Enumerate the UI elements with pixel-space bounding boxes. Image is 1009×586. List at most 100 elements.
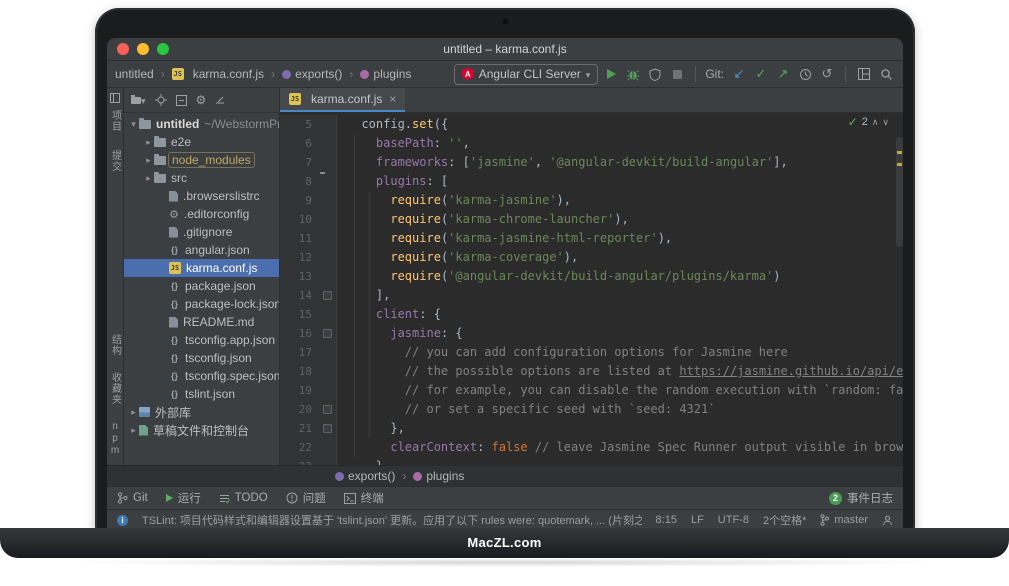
- local-history-button[interactable]: [796, 65, 814, 83]
- code-line-17[interactable]: 17 // you can add configuration options …: [280, 343, 903, 362]
- tree-item-e2e[interactable]: e2e: [124, 133, 279, 151]
- tree-item-readme-md[interactable]: README.md: [124, 313, 279, 331]
- settings-gear-icon[interactable]: [196, 93, 207, 107]
- gutter-cell[interactable]: [318, 419, 337, 438]
- run-configuration-select[interactable]: Angular CLI Server: [454, 64, 599, 85]
- tree-item-scratches[interactable]: 草稿文件和控制台: [124, 421, 279, 439]
- tree-item-gitignore[interactable]: .gitignore: [124, 223, 279, 241]
- fold-marker-icon[interactable]: [323, 424, 332, 433]
- code-line-13[interactable]: 13 require('@angular-devkit/build-angula…: [280, 267, 903, 286]
- expander-right-icon[interactable]: [128, 425, 139, 436]
- tool-windows-button[interactable]: [855, 65, 873, 83]
- code-line-9[interactable]: 9 require('karma-jasmine'),: [280, 191, 903, 210]
- stop-button[interactable]: [668, 65, 686, 83]
- breadcrumb-plugins[interactable]: plugins: [360, 67, 411, 81]
- toolbar-button-problems[interactable]: 问题: [286, 490, 326, 506]
- stripe-button-commit[interactable]: 提交: [108, 150, 123, 172]
- debug-button[interactable]: [624, 65, 642, 83]
- stripe-button-npm[interactable]: npm: [110, 421, 121, 457]
- tree-item-tsconfig-spec-json[interactable]: tsconfig.spec.json: [124, 367, 279, 385]
- code-line-16[interactable]: 16 jasmine: {: [280, 324, 903, 343]
- tree-item-src[interactable]: src: [124, 169, 279, 187]
- warning-stripe-mark[interactable]: [897, 163, 902, 166]
- close-tab-icon[interactable]: [389, 93, 396, 105]
- breadcrumb-exports[interactable]: exports(): [282, 67, 356, 81]
- locate-file-button[interactable]: [155, 94, 167, 106]
- highlighting-level-button[interactable]: [882, 515, 893, 526]
- code-line-14[interactable]: 14 ],: [280, 286, 903, 305]
- fold-marker-icon[interactable]: [323, 291, 332, 300]
- status-message[interactable]: TSLint: 项目代码样式和编辑器设置基于 'tslint.json' 更新。…: [142, 512, 642, 528]
- code-line-6[interactable]: 6 basePath: '',: [280, 134, 903, 153]
- breadcrumb-untitled[interactable]: untitled: [115, 67, 168, 81]
- stripe-button-project[interactable]: 项目: [108, 110, 123, 132]
- caret-position-widget[interactable]: 8:15: [656, 514, 677, 526]
- tree-item-package-lock-json[interactable]: package-lock.json: [124, 295, 279, 313]
- search-everywhere-button[interactable]: [877, 65, 895, 83]
- code-line-7[interactable]: 7 frameworks: ['jasmine', '@angular-devk…: [280, 153, 903, 172]
- tree-item-tslint-json[interactable]: tslint.json: [124, 385, 279, 403]
- breadcrumb-plugins[interactable]: plugins: [413, 469, 464, 483]
- indent-widget[interactable]: 2个空格*: [763, 512, 806, 528]
- line-ending-widget[interactable]: LF: [691, 514, 704, 526]
- tree-item-tsconfig-json[interactable]: tsconfig.json: [124, 349, 279, 367]
- git-branch-widget[interactable]: master: [820, 514, 868, 526]
- expander-down-icon[interactable]: [128, 119, 139, 130]
- code-line-22[interactable]: 22 clearContext: false // leave Jasmine …: [280, 438, 903, 457]
- run-with-coverage-button[interactable]: [646, 65, 664, 83]
- hide-panel-button[interactable]: [215, 95, 225, 105]
- encoding-widget[interactable]: UTF-8: [718, 514, 749, 526]
- code-line-18[interactable]: 18 // the possible options are listed at…: [280, 362, 903, 381]
- warning-stripe-mark[interactable]: [897, 151, 902, 154]
- editor-viewport[interactable]: 5 config.set({6 basePath: '',7 framework…: [280, 113, 903, 465]
- breadcrumb-karma-conf[interactable]: karma.conf.js: [172, 67, 278, 81]
- fold-marker-icon[interactable]: [323, 405, 332, 414]
- code-line-12[interactable]: 12 require('karma-coverage'),: [280, 248, 903, 267]
- tree-item-node-modules[interactable]: node_modules: [124, 151, 279, 169]
- expander-right-icon[interactable]: [143, 173, 154, 184]
- tree-item-angular-json[interactable]: angular.json: [124, 241, 279, 259]
- run-button[interactable]: [602, 65, 620, 83]
- code-line-5[interactable]: 5 config.set({: [280, 115, 903, 134]
- toolbar-button-git[interactable]: Git: [117, 492, 148, 504]
- collapse-all-button[interactable]: [176, 95, 187, 106]
- rollback-button[interactable]: [818, 65, 836, 83]
- stripe-button-structure[interactable]: 结构: [108, 334, 123, 356]
- expander-right-icon[interactable]: [143, 137, 154, 148]
- git-update-button[interactable]: [730, 65, 748, 83]
- editor-tab-karma-conf[interactable]: karma.conf.js: [280, 88, 405, 112]
- tree-item-untitled[interactable]: untitled~/WebstormProjects/untitled: [124, 115, 279, 133]
- tree-item-editorconfig[interactable]: .editorconfig: [124, 205, 279, 223]
- chevron-down-icon[interactable]: [882, 118, 889, 127]
- tree-item-package-json[interactable]: package.json: [124, 277, 279, 295]
- inspection-widget[interactable]: 2: [848, 115, 889, 129]
- code-line-20[interactable]: 20 // or set a specific seed with `seed:…: [280, 400, 903, 419]
- minimize-window-button[interactable]: [137, 43, 149, 55]
- code-line-21[interactable]: 21 },: [280, 419, 903, 438]
- breadcrumb-exports[interactable]: exports(): [335, 469, 409, 483]
- project-view-selector[interactable]: [131, 93, 146, 107]
- toolbar-button-terminal[interactable]: 终端: [344, 490, 384, 506]
- project-tool-window-icon[interactable]: [110, 93, 120, 103]
- close-window-button[interactable]: [117, 43, 129, 55]
- event-log-button[interactable]: 2 事件日志: [829, 490, 893, 506]
- fold-marker-icon[interactable]: [323, 329, 332, 338]
- chevron-up-icon[interactable]: [872, 118, 879, 127]
- toolbar-button-todo[interactable]: TODO: [219, 492, 268, 504]
- git-push-button[interactable]: [774, 65, 792, 83]
- expander-right-icon[interactable]: [143, 155, 154, 166]
- code-line-23[interactable]: 23 },: [280, 457, 903, 465]
- toolbar-button-run[interactable]: 运行: [166, 490, 201, 506]
- gutter-cell[interactable]: [318, 400, 337, 419]
- tree-item-karma-conf-js[interactable]: karma.conf.js: [124, 259, 279, 277]
- tree-item-browserslistrc[interactable]: .browserslistrc: [124, 187, 279, 205]
- code-line-10[interactable]: 10 require('karma-chrome-launcher'),: [280, 210, 903, 229]
- gutter-cell[interactable]: [318, 324, 337, 343]
- gutter-cell[interactable]: [318, 286, 337, 305]
- code-line-8[interactable]: 8 plugins: [: [280, 172, 903, 191]
- code-line-11[interactable]: 11 require('karma-jasmine-html-reporter'…: [280, 229, 903, 248]
- tree-item-external-libraries[interactable]: 外部库: [124, 403, 279, 421]
- tree-item-tsconfig-app-json[interactable]: tsconfig.app.json: [124, 331, 279, 349]
- git-commit-button[interactable]: [752, 65, 770, 83]
- stripe-button-favorites[interactable]: 收藏夹: [108, 372, 123, 405]
